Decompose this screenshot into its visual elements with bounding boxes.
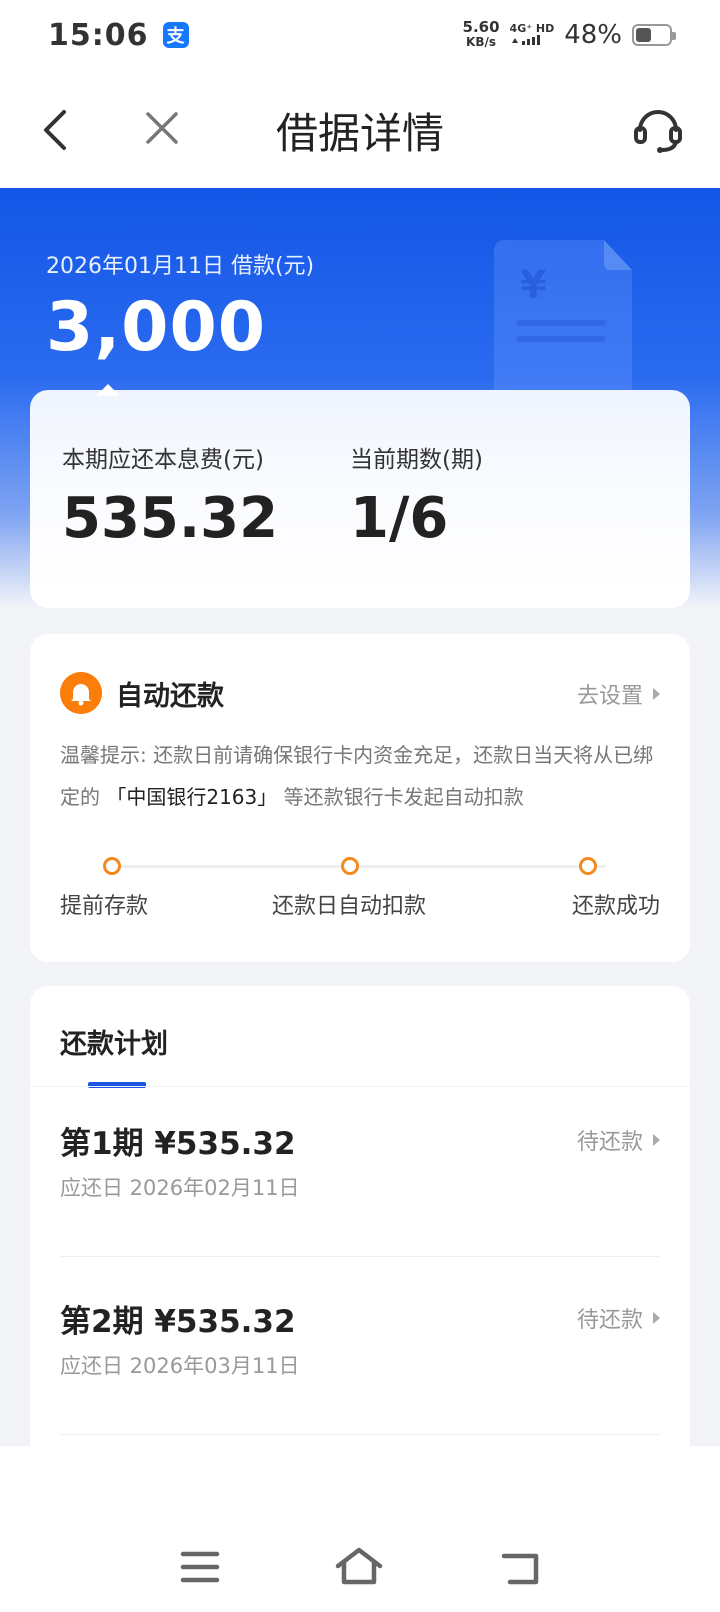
period-name: 第2期 ¥535.32 <box>60 1304 296 1340</box>
step-label: 提前存款 <box>60 894 149 919</box>
timeline-dot <box>341 857 359 875</box>
period-status: 待还款 <box>577 1302 660 1334</box>
bound-bank-card: 「中国银行2163」 <box>106 785 278 809</box>
divider <box>60 1256 660 1257</box>
bell-icon <box>60 672 102 714</box>
summary-card: 本期应还本息费(元) 535.32 当前期数(期) 1/6 <box>30 390 690 608</box>
due-amount-value: 535.32 <box>62 486 279 551</box>
due-amount-label: 本期应还本息费(元) <box>62 447 264 473</box>
loan-amount: 3,000 <box>46 288 267 367</box>
tab-indicator <box>88 1082 146 1088</box>
signal-bars-icon <box>511 34 540 45</box>
period-status: 待还款 <box>577 1124 660 1156</box>
network-speed-value: 5.60 <box>462 18 500 36</box>
repay-tip: 温馨提示: 还款日前请确保银行卡内资金充足，还款日当天将从已绑定的 「中国银行2… <box>60 734 660 818</box>
auto-repay-title: 自动还款 <box>116 681 224 712</box>
tip-suffix: 等还款银行卡发起自动扣款 <box>283 785 524 809</box>
headset-icon[interactable] <box>630 100 686 156</box>
period-status-label: 待还款 <box>576 1130 643 1155</box>
battery-percent: 48% <box>564 20 622 50</box>
current-period-label: 当前期数(期) <box>350 447 483 473</box>
back-icon[interactable] <box>500 1550 542 1586</box>
signal-label: 4G⁺ HD <box>509 21 555 35</box>
list-item[interactable]: 第1期 ¥535.32 应还日 2026年02月11日 待还款 <box>60 1118 660 1298</box>
alipay-icon: 支 <box>162 22 189 48</box>
current-period-value: 1/6 <box>350 486 449 551</box>
battery-icon <box>632 24 676 46</box>
caret-right-icon <box>653 1312 660 1324</box>
home-icon[interactable] <box>334 1546 384 1586</box>
timeline-dot <box>579 857 597 875</box>
nav-bar: 借据详情 <box>0 70 720 188</box>
divider <box>30 1086 690 1087</box>
caret-right-icon <box>653 1134 660 1146</box>
divider <box>60 1434 660 1435</box>
step-label: 还款日自动扣款 <box>272 894 427 919</box>
auto-repay-card: 自动还款 去设置 温馨提示: 还款日前请确保银行卡内资金充足，还款日当天将从已绑… <box>30 634 690 962</box>
period-due-date: 应还日 2026年02月11日 <box>60 1176 300 1200</box>
signal-icon: 4G⁺ HD <box>509 21 555 48</box>
period-status-label: 待还款 <box>576 1308 643 1333</box>
tab-repayment-plan[interactable]: 还款计划 <box>60 1022 168 1061</box>
caret-right-icon <box>653 688 660 700</box>
status-indicators: 5.60 KB/s 4G⁺ HD 48% <box>463 20 676 50</box>
svg-text:¥: ¥ <box>520 263 546 307</box>
battery-fill <box>636 28 652 42</box>
period-name: 第1期 ¥535.32 <box>60 1126 296 1162</box>
settings-link-label: 去设置 <box>576 684 643 709</box>
network-speed-unit: KB/s <box>466 35 497 49</box>
status-time: 15:06 <box>48 17 149 53</box>
loan-date-label: 2026年01月11日 借款(元) <box>46 254 315 279</box>
step-label: 还款成功 <box>571 894 660 919</box>
period-due-date: 应还日 2026年03月11日 <box>60 1354 300 1378</box>
menu-icon[interactable] <box>180 1550 220 1584</box>
timeline-line <box>114 865 606 868</box>
settings-link[interactable]: 去设置 <box>577 678 660 710</box>
timeline-dot <box>103 857 121 875</box>
status-bar: 15:06 支 5.60 KB/s 4G⁺ HD 48% <box>0 0 720 70</box>
network-speed: 5.60 KB/s <box>463 20 500 50</box>
yuan-document-icon: ¥ <box>494 240 632 390</box>
system-nav-bar <box>0 1446 720 1612</box>
page-title: 借据详情 <box>275 109 444 158</box>
repayment-plan-card: 还款计划 第1期 ¥535.32 应还日 2026年02月11日 待还款 第2期… <box>30 986 690 1446</box>
